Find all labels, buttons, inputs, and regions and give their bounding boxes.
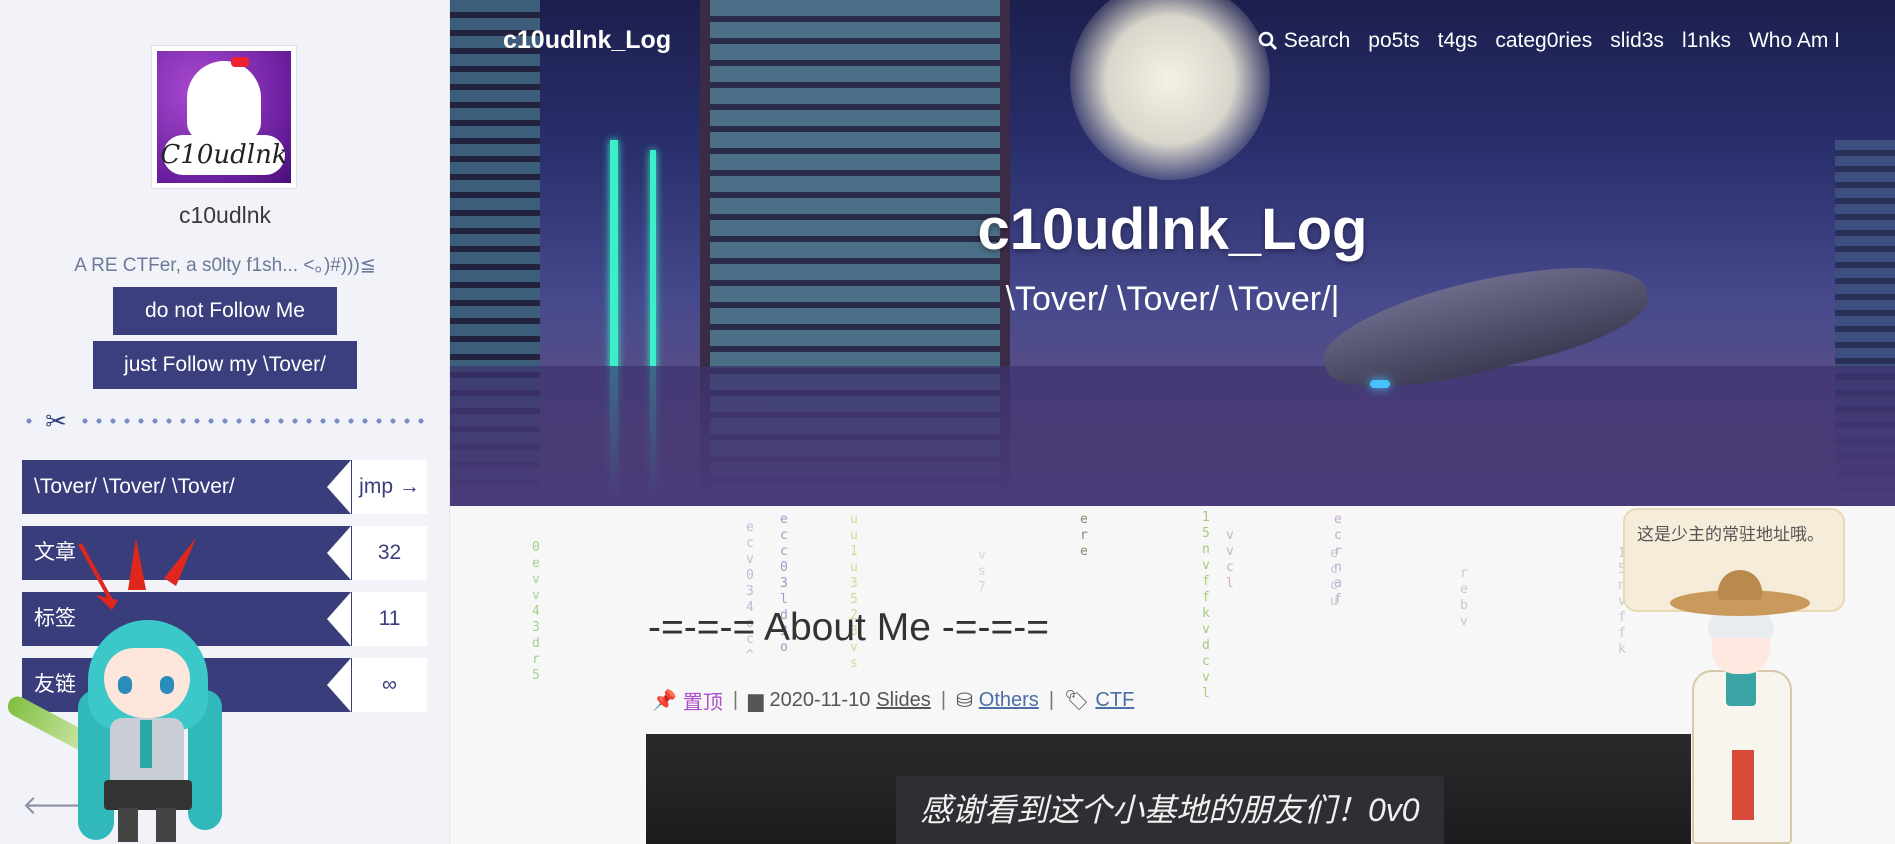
ship-light: [1370, 380, 1390, 388]
back-arrow-icon[interactable]: 🡐: [22, 790, 92, 821]
sidebar: C10udlnk c10udlnk A RE CTFer, a s0lty f1…: [0, 0, 450, 844]
dotted-line: [22, 418, 427, 424]
avatar[interactable]: C10udlnk: [151, 45, 297, 189]
matrix-column: ecrnaf: [1334, 512, 1342, 607]
site-author: c10udlnk: [178, 202, 272, 228]
nav-slides[interactable]: slid3s: [1610, 29, 1664, 53]
separator: |: [732, 689, 739, 711]
stat-label: \Tover/ \Tover/ \Tover/: [22, 460, 357, 514]
site-description: A RE CTFer, a s0lty f1sh... <。)#)))≦: [74, 255, 376, 276]
hero-title: c10udlnk_Log: [977, 197, 1368, 262]
matrix-column: rebv: [1460, 566, 1468, 629]
matrix-column: ere: [1080, 512, 1088, 559]
stat-value: 32: [352, 526, 427, 580]
city-skyline: [450, 366, 1895, 506]
matrix-column: 15nvffkvdcvl: [1202, 510, 1210, 701]
matrix-column: vvcl: [1226, 528, 1234, 591]
inbox-icon: ⛁: [956, 690, 973, 712]
nav-about[interactable]: Who Am I: [1749, 29, 1840, 53]
matrix-column: vs7: [978, 548, 986, 595]
do-not-follow-button[interactable]: do not Follow Me: [113, 287, 337, 335]
top-nav: Search po5ts t4gs categ0ries slid3s l1nk…: [1258, 29, 1840, 53]
stat-label: 文章: [22, 526, 357, 580]
post-cover-text: 感谢看到这个小基地的朋友们！0v0: [896, 776, 1444, 844]
calendar-icon: ▆: [748, 690, 764, 712]
stat-label: 标签: [22, 592, 357, 646]
stat-notch: [327, 658, 351, 712]
post-date: 2020-11-10: [769, 689, 871, 711]
stat-posts[interactable]: 文章 32: [22, 526, 427, 580]
separator: |: [940, 689, 947, 711]
tag-icon: 🏷: [1064, 690, 1090, 712]
follow-button[interactable]: just Follow my \Tover/: [93, 341, 357, 389]
ghost-mascot-icon: [187, 61, 261, 141]
stat-value: 11: [352, 592, 427, 646]
moon: [1070, 0, 1270, 180]
nav-links[interactable]: l1nks: [1682, 29, 1731, 53]
stat-notch: [327, 460, 351, 514]
divider: ✂: [22, 406, 427, 436]
stat-links[interactable]: 友链 ∞: [22, 658, 427, 712]
slides-link[interactable]: Slides: [876, 689, 930, 712]
stat-notch: [327, 526, 351, 580]
stat-notch: [327, 592, 351, 646]
nav-categories[interactable]: categ0ries: [1495, 29, 1592, 53]
stat-label: 友链: [22, 658, 357, 712]
search-label: Search: [1283, 29, 1351, 52]
stat-tover[interactable]: \Tover/ \Tover/ \Tover/ jmp →: [22, 460, 427, 514]
post-cover: 感谢看到这个小基地的朋友们！0v0: [646, 734, 1691, 844]
separator: |: [1048, 689, 1055, 711]
search-link[interactable]: Search: [1258, 29, 1351, 53]
nav-tags[interactable]: t4gs: [1438, 29, 1478, 53]
post-title[interactable]: -=-=-= About Me -=-=-=: [648, 606, 1049, 650]
pin-icon: 📌: [652, 690, 677, 712]
search-icon: [1258, 31, 1277, 50]
matrix-column: 0evv43dr5: [532, 540, 540, 683]
stat-tags[interactable]: 标签 11: [22, 592, 427, 646]
stat-value: jmp →: [352, 460, 427, 514]
avatar-wordmark: C10udlnk: [160, 135, 288, 175]
avatar-image: C10udlnk: [157, 51, 291, 183]
nav-posts[interactable]: po5ts: [1368, 29, 1419, 53]
pinned-label: 置顶: [682, 692, 723, 714]
site-brand[interactable]: c10udlnk_Log: [503, 26, 671, 55]
post-meta: 📌 置顶 | ▆ 2020-11-10 Slides | ⛁ Others | …: [652, 686, 1134, 715]
stat-value: ∞: [352, 658, 427, 712]
scissors-icon: ✂: [38, 406, 74, 436]
bow-icon: [231, 57, 249, 67]
hero-subtitle: \Tover/ \Tover/ \Tover/|: [1005, 280, 1340, 318]
category-link[interactable]: Others: [979, 689, 1039, 712]
speech-bubble: 这是少主的常驻地址哦。: [1623, 508, 1845, 612]
tag-link[interactable]: CTF: [1095, 689, 1134, 712]
